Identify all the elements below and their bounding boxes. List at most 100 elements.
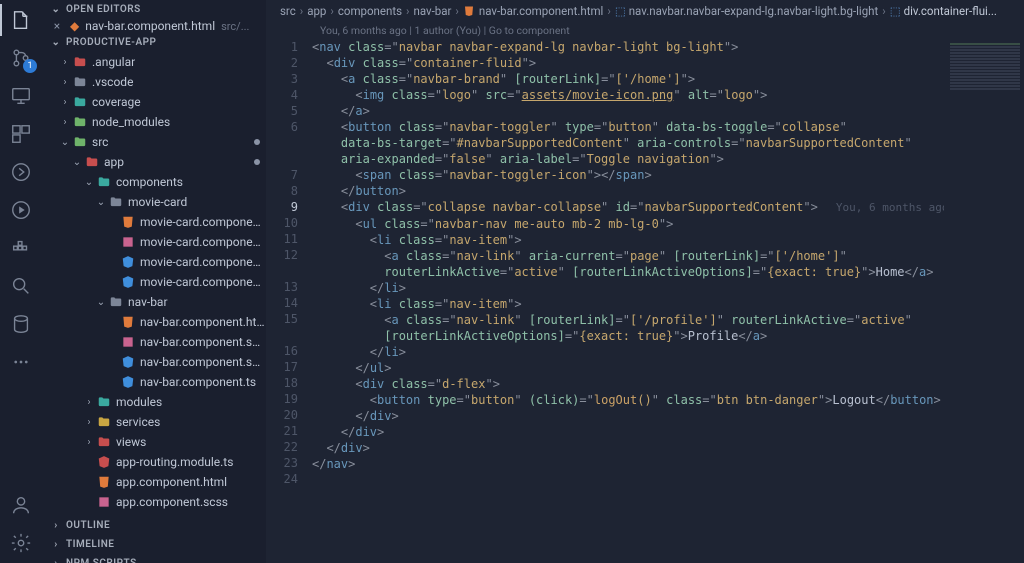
folder-item[interactable]: ›.vscode (42, 72, 266, 92)
section-label: PRODUCTIVE-APP (66, 37, 156, 48)
chevron-right-icon: › (58, 97, 72, 108)
activity-extensions-icon[interactable] (9, 122, 33, 146)
html-file-icon (463, 5, 476, 18)
file-item[interactable]: movie-card.component.h... (42, 212, 266, 232)
section-outline[interactable]: › OUTLINE (42, 516, 266, 535)
item-label: .angular (92, 55, 135, 69)
activity-explorer-icon[interactable] (9, 8, 33, 32)
chevron-right-icon: › (882, 4, 885, 18)
file-item[interactable]: nav-bar.component.ts (42, 372, 266, 392)
modified-dot-icon (254, 159, 260, 165)
activity-settings-icon[interactable] (9, 531, 33, 555)
breadcrumb-item[interactable]: app (307, 4, 326, 18)
section-label: TIMELINE (66, 539, 114, 550)
editor[interactable]: 123456 789101112 131415 1617181920212223… (266, 39, 1024, 563)
html-file-icon: ◆ (70, 19, 79, 33)
folder-item[interactable]: › node_modules (42, 112, 266, 132)
chevron-right-icon: › (58, 117, 72, 128)
section-project[interactable]: ⌄ PRODUCTIVE-APP (42, 33, 266, 52)
item-label: services (116, 415, 160, 429)
item-label: nav-bar.component.scss (140, 335, 266, 349)
file-item[interactable]: movie-card.component.ts (42, 272, 266, 292)
folder-item[interactable]: ›views (42, 432, 266, 452)
item-label: components (116, 175, 183, 189)
html-icon (120, 314, 136, 330)
file-item[interactable]: app.component.scss (42, 492, 266, 512)
section-open-editors[interactable]: ⌄ OPEN EDITORS (42, 0, 266, 19)
chevron-down-icon: ⌄ (50, 37, 62, 48)
activity-docker-icon[interactable] (9, 236, 33, 260)
breadcrumb-item[interactable]: nav-bar.component.html (463, 4, 603, 18)
folder-item[interactable]: › .angular (42, 52, 266, 72)
activity-search-icon[interactable] (9, 274, 33, 298)
folder-item[interactable]: ⌄components (42, 172, 266, 192)
item-label: .vscode (92, 75, 133, 89)
file-item[interactable]: movie-card.component.s... (42, 232, 266, 252)
minimap[interactable] (944, 39, 1024, 563)
chevron-right-icon: › (300, 4, 303, 18)
file-item[interactable]: movie-card.component.s... (42, 252, 266, 272)
item-label: nav-bar (128, 295, 168, 309)
chevron-right-icon: › (82, 437, 96, 448)
activity-db-icon[interactable] (9, 312, 33, 336)
item-label: coverage (92, 95, 141, 109)
item-label: movie-card (128, 195, 187, 209)
breadcrumb-item[interactable]: nav-bar (414, 4, 452, 18)
folder-item[interactable]: › coverage (42, 92, 266, 112)
close-icon[interactable]: × (50, 19, 64, 33)
activity-scm-icon[interactable]: 1 (9, 46, 33, 70)
ts-icon (120, 374, 136, 390)
file-item[interactable]: nav-bar.component.spec... (42, 352, 266, 372)
item-label: node_modules (92, 115, 170, 129)
ts-icon (120, 354, 136, 370)
line-gutter: 123456 789101112 131415 1617181920212223… (266, 39, 312, 563)
item-label: app-routing.module.ts (116, 455, 233, 469)
item-label: movie-card.component.s... (140, 255, 266, 269)
breadcrumb-item[interactable]: components (338, 4, 402, 18)
tag-icon: ⬚ (615, 4, 626, 18)
file-item[interactable]: nav-bar.component.scss (42, 332, 266, 352)
ang-icon (96, 454, 112, 470)
folder-teal-icon (96, 174, 112, 190)
folder-icon (108, 294, 124, 310)
chevron-right-icon: › (82, 417, 96, 428)
folder-item[interactable]: ⌄ nav-bar (42, 292, 266, 312)
folder-red-icon (72, 54, 88, 70)
chevron-right-icon: › (58, 57, 72, 68)
folder-item[interactable]: › services (42, 412, 266, 432)
file-item[interactable]: app.component.html (42, 472, 266, 492)
folder-item[interactable]: ⌄movie-card (42, 192, 266, 212)
ts-icon (120, 274, 136, 290)
chevron-right-icon: › (406, 4, 409, 18)
scss-icon (96, 494, 112, 510)
breadcrumb-item[interactable]: ⬚nav.navbar.navbar-expand-lg.navbar-ligh… (615, 4, 878, 18)
item-label: app.component.html (116, 475, 227, 489)
activity-more-icon[interactable] (9, 350, 33, 374)
chevron-right-icon: › (455, 4, 458, 18)
activity-remote-icon[interactable] (9, 84, 33, 108)
open-editor-item[interactable]: × ◆ nav-bar.component.html src/... (42, 19, 266, 33)
activity-account-icon[interactable] (9, 493, 33, 517)
file-tree: ›.angular›.vscode›coverage›node_modules⌄… (42, 52, 266, 516)
activity-debug-icon[interactable] (9, 198, 33, 222)
item-label: movie-card.component.s... (140, 235, 266, 249)
folder-item[interactable]: ›modules (42, 392, 266, 412)
breadcrumb-item[interactable]: ⬚div.container-flui... (890, 4, 997, 18)
section-npm[interactable]: › NPM SCRIPTS (42, 554, 266, 563)
scss-icon (120, 334, 136, 350)
folder-green-icon (72, 114, 88, 130)
file-item[interactable]: app-routing.module.ts (42, 452, 266, 472)
folder-item[interactable]: ⌄src (42, 132, 266, 152)
chevron-down-icon: ⌄ (94, 297, 108, 308)
section-timeline[interactable]: › TIMELINE (42, 535, 266, 554)
code-area[interactable]: <nav class="navbar navbar-expand-lg navb… (312, 39, 944, 563)
breadcrumb-item[interactable]: src (280, 4, 296, 18)
activity-actions-icon[interactable] (9, 160, 33, 184)
folder-yellow-icon (96, 414, 112, 430)
html-icon (96, 474, 112, 490)
codelens[interactable]: You, 6 months ago | 1 author (You) | Go … (266, 22, 1024, 39)
breadcrumb[interactable]: src›app›components›nav-bar›nav-bar.compo… (266, 0, 1024, 22)
item-label: movie-card.component.h... (140, 215, 266, 229)
file-item[interactable]: nav-bar.component.html (42, 312, 266, 332)
folder-item[interactable]: ⌄app (42, 152, 266, 172)
